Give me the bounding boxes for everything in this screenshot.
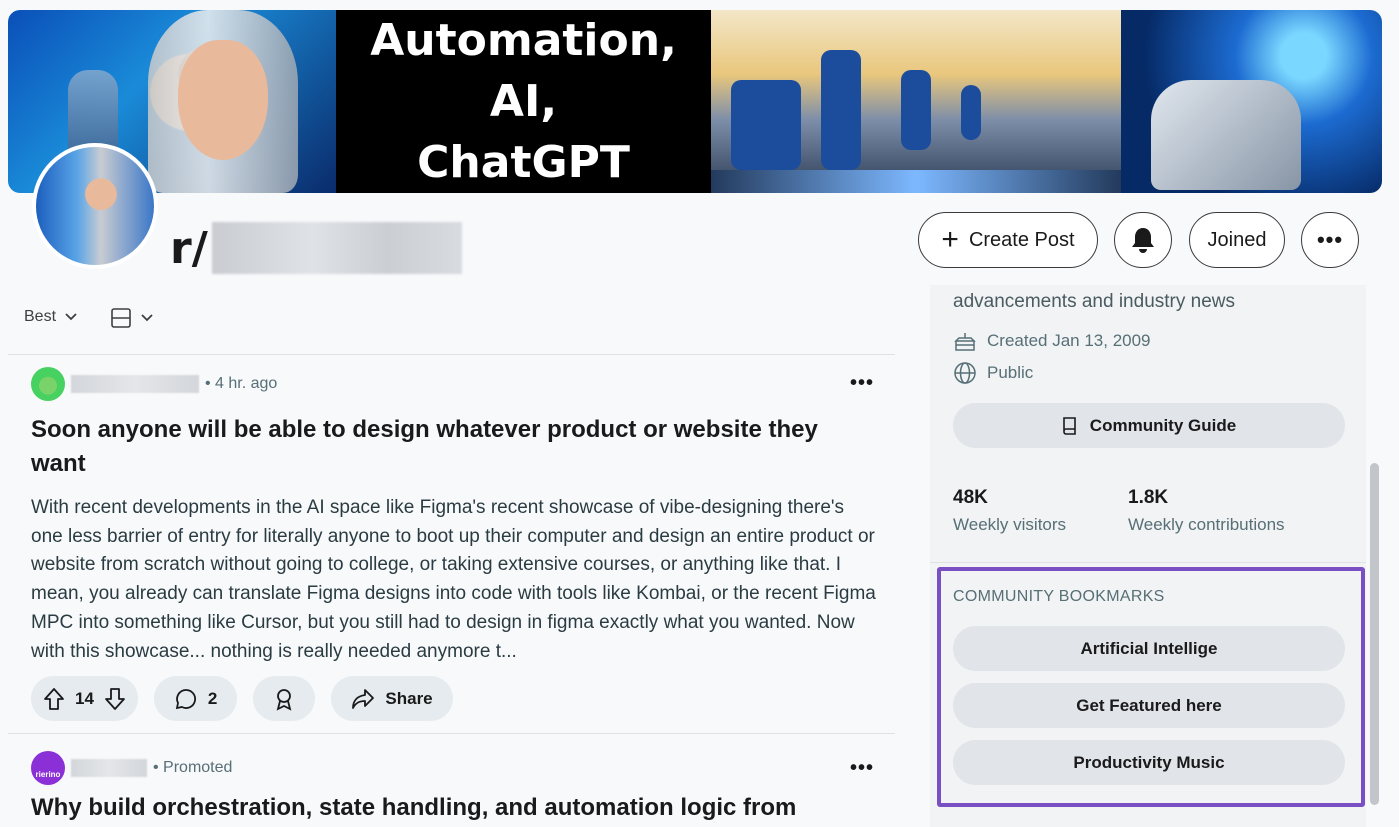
create-post-button[interactable]: + Create Post xyxy=(918,212,1098,268)
banner-robot-hand-image xyxy=(1121,10,1382,193)
sidebar-scrollbar[interactable] xyxy=(1370,463,1379,805)
cake-icon xyxy=(954,333,976,351)
chevron-down-icon xyxy=(141,314,153,322)
comments-button[interactable]: 2 xyxy=(153,676,238,721)
globe-icon xyxy=(954,362,976,384)
subreddit-name-redacted xyxy=(211,222,462,274)
view-layout-dropdown[interactable] xyxy=(110,307,154,329)
subreddit-banner: Automation, AI, ChatGPT xyxy=(8,10,1382,193)
book-icon xyxy=(1062,416,1076,435)
banner-title-line: Automation, xyxy=(370,15,677,66)
more-options-button[interactable]: ••• xyxy=(1301,212,1359,268)
feed-divider xyxy=(8,733,895,734)
bell-icon xyxy=(1132,228,1154,253)
post-more-button[interactable]: ••• xyxy=(850,372,874,395)
created-date: Created Jan 13, 2009 xyxy=(953,330,1151,352)
bookmarks-heading: COMMUNITY BOOKMARKS xyxy=(953,588,1165,605)
post-more-button[interactable]: ••• xyxy=(850,757,874,780)
vote-bar: 14 xyxy=(31,676,138,721)
user-avatar[interactable] xyxy=(31,367,65,401)
advertiser-avatar[interactable]: rierino xyxy=(31,751,65,785)
feed-divider xyxy=(8,354,895,355)
subreddit-avatar[interactable] xyxy=(32,143,158,269)
notifications-button[interactable] xyxy=(1114,212,1172,268)
advertiser-name-redacted xyxy=(71,759,147,777)
post-meta: rierino • Promoted xyxy=(31,751,232,785)
upvote-icon[interactable] xyxy=(43,687,65,711)
award-button[interactable] xyxy=(253,676,316,721)
banner-title-line: ChatGPT xyxy=(417,137,630,188)
sort-label: Best xyxy=(24,308,57,325)
joined-label: Joined xyxy=(1207,228,1267,251)
post-meta: • 4 hr. ago xyxy=(31,367,277,401)
comment-count: 2 xyxy=(207,688,218,708)
banner-title-line: AI, xyxy=(489,76,558,127)
vote-count: 14 xyxy=(75,688,94,708)
community-description: advancements and industry news xyxy=(953,291,1235,312)
stat-weekly-visitors: 48K Weekly visitors xyxy=(953,487,1067,534)
create-post-label: Create Post xyxy=(968,228,1075,251)
share-button[interactable]: Share xyxy=(331,676,453,721)
bookmark-button[interactable]: Get Featured here xyxy=(953,683,1345,728)
banner-factory-image xyxy=(711,10,1121,193)
community-guide-button[interactable]: Community Guide xyxy=(953,403,1345,448)
joined-button[interactable]: Joined xyxy=(1189,212,1285,268)
post-body[interactable]: With recent developments in the AI space… xyxy=(31,494,876,666)
post-time: • 4 hr. ago xyxy=(205,375,278,392)
downvote-icon[interactable] xyxy=(104,687,126,711)
share-icon xyxy=(352,688,375,709)
bookmark-button[interactable]: Artificial Intellige xyxy=(953,626,1345,671)
more-icon: ••• xyxy=(1316,227,1344,252)
post-promoted-label: • Promoted xyxy=(153,759,233,776)
username-redacted xyxy=(71,375,199,393)
stat-weekly-contributions: 1.8K Weekly contributions xyxy=(1128,487,1285,534)
visibility-status: Public xyxy=(953,361,1033,385)
share-label: Share xyxy=(385,688,433,708)
banner-text-panel: Automation, AI, ChatGPT xyxy=(336,10,711,193)
post-title[interactable]: Why build orchestration, state handling,… xyxy=(31,791,871,825)
chevron-down-icon xyxy=(65,313,77,321)
sidebar-divider xyxy=(930,562,1366,563)
comment-icon xyxy=(175,688,196,709)
post-actions: 14 2 Share xyxy=(31,676,453,721)
post-title[interactable]: Soon anyone will be able to design whate… xyxy=(31,413,871,481)
award-icon xyxy=(277,688,292,711)
card-view-icon xyxy=(111,308,131,328)
bookmark-button[interactable]: Productivity Music xyxy=(953,740,1345,785)
subreddit-name: r/ xyxy=(170,222,462,274)
subreddit-prefix: r/ xyxy=(170,222,208,274)
sort-dropdown[interactable]: Best xyxy=(24,308,78,326)
plus-icon: + xyxy=(941,223,959,256)
